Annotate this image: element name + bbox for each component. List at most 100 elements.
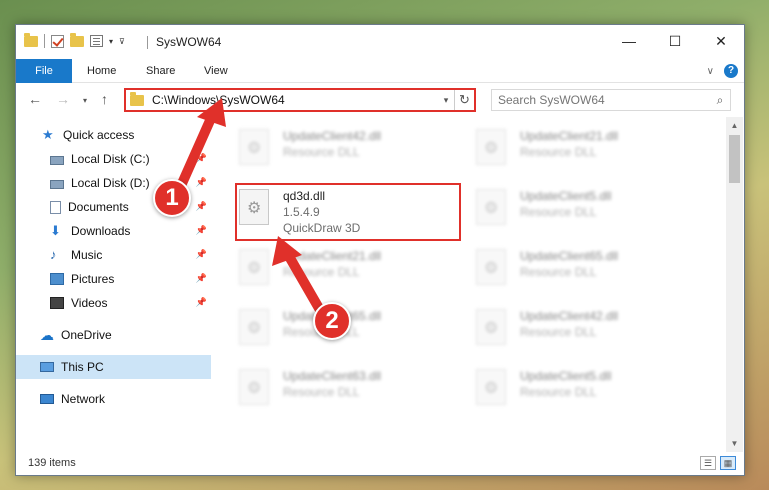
minimize-button[interactable]: — — [606, 25, 652, 57]
toolbar-divider — [44, 34, 45, 48]
file-list: UpdateClient42.dll Resource DLL UpdateCl… — [219, 117, 724, 447]
customize-toolbar-icon[interactable]: ⊽ — [119, 37, 125, 46]
search-box[interactable]: ⌕ — [491, 89, 731, 111]
list-item[interactable]: UpdateClient63.dll Resource DLL — [239, 363, 459, 411]
search-icon[interactable]: ⌕ — [710, 93, 730, 108]
customize-list-icon[interactable] — [90, 35, 103, 47]
disk-icon — [50, 155, 64, 165]
sidebar-item-label: Local Disk (D:) — [71, 176, 150, 190]
file-description: Resource DLL — [520, 265, 597, 279]
sidebar-item-onedrive[interactable]: ☁ OneDrive — [16, 323, 211, 347]
file-name: UpdateClient42.dll — [520, 309, 619, 323]
sidebar-item-label: Documents — [68, 200, 129, 214]
download-icon: ⬇ — [50, 223, 61, 238]
sidebar-item-label: Music — [71, 248, 103, 262]
dll-file-icon — [239, 369, 269, 405]
sidebar-item-label: OneDrive — [61, 328, 112, 342]
properties-check-icon[interactable] — [51, 34, 64, 48]
list-item[interactable]: UpdateClient5.dll Resource DLL — [476, 363, 696, 411]
file-description: Resource DLL — [520, 385, 597, 399]
file-description: Resource DLL — [283, 385, 360, 399]
folder-icon[interactable] — [24, 32, 38, 47]
file-name: UpdateClient5.dll — [520, 369, 612, 383]
dll-file-icon — [239, 129, 269, 165]
window-controls: — ☐ ✕ — [606, 25, 744, 57]
pin-icon[interactable]: 📌 — [196, 249, 207, 260]
dll-file-icon — [239, 249, 269, 285]
title-divider — [147, 36, 148, 49]
recent-locations-icon[interactable]: ▾ — [83, 96, 87, 105]
address-bar[interactable]: C:\Windows\SysWOW64 ▾ ↻ — [124, 88, 476, 112]
up-arrow-icon[interactable]: ↑ — [101, 91, 108, 107]
disk-icon — [50, 179, 64, 189]
sidebar-item-pictures[interactable]: Pictures 📌 — [16, 267, 211, 291]
file-description: Resource DLL — [283, 265, 360, 279]
search-input[interactable] — [498, 93, 710, 107]
pictures-icon — [50, 273, 64, 285]
back-arrow-icon[interactable]: ← — [28, 91, 42, 107]
close-button[interactable]: ✕ — [698, 25, 744, 57]
music-icon: ♪ — [50, 247, 57, 262]
file-description: Resource DLL — [283, 145, 360, 159]
quick-access-toolbar: ▾ ⊽ — [24, 32, 125, 48]
address-dropdown-icon[interactable]: ▾ — [438, 95, 454, 106]
sidebar-item-label: Videos — [71, 296, 108, 310]
computer-icon — [40, 362, 54, 372]
sidebar-item-quick-access[interactable]: ★ Quick access — [16, 123, 211, 147]
details-view-icon[interactable]: ☰ — [700, 456, 716, 470]
dll-file-icon — [476, 309, 506, 345]
scrollbar-thumb[interactable] — [729, 135, 740, 183]
pin-icon[interactable]: 📌 — [196, 297, 207, 308]
dll-file-icon — [476, 129, 506, 165]
pin-icon[interactable]: 📌 — [196, 153, 207, 164]
cloud-icon: ☁ — [40, 327, 54, 343]
ribbon-tabs: File Home Share View ∨ ? — [16, 59, 744, 83]
title-bar: ▾ ⊽ SysWOW64 — ☐ ✕ — [16, 25, 744, 59]
pin-icon[interactable]: 📌 — [196, 177, 207, 188]
sidebar-item-videos[interactable]: Videos 📌 — [16, 291, 211, 315]
dll-file-icon — [476, 249, 506, 285]
list-item[interactable]: UpdateClient42.dll Resource DLL — [239, 123, 459, 171]
vertical-scrollbar[interactable]: ▲ ▼ — [726, 117, 743, 452]
scroll-up-icon[interactable]: ▲ — [726, 117, 743, 134]
sidebar-item-this-pc[interactable]: This PC — [16, 355, 211, 379]
dll-file-icon — [239, 309, 269, 345]
list-item[interactable]: UpdateClient21.dll Resource DLL — [239, 243, 459, 291]
forward-arrow-icon[interactable]: → — [56, 91, 70, 107]
file-description: Resource DLL — [520, 325, 597, 339]
documents-icon — [50, 200, 61, 214]
tab-share[interactable]: Share — [146, 59, 175, 83]
network-icon — [40, 394, 54, 404]
tab-view[interactable]: View — [204, 59, 228, 83]
list-item[interactable]: UpdateClient5.dll Resource DLL — [476, 183, 696, 231]
maximize-button[interactable]: ☐ — [652, 25, 698, 57]
sidebar-item-label: Local Disk (C:) — [71, 152, 150, 166]
navigation-pane: ★ Quick access Local Disk (C:) 📌 Local D… — [16, 123, 211, 447]
window-title: SysWOW64 — [156, 35, 222, 49]
sidebar-item-music[interactable]: ♪ Music 📌 — [16, 243, 211, 267]
address-path[interactable]: C:\Windows\SysWOW64 — [152, 93, 438, 107]
refresh-icon[interactable]: ↻ — [454, 90, 474, 110]
file-name: UpdateClient42.dll — [283, 129, 382, 143]
pin-icon[interactable]: 📌 — [196, 201, 207, 212]
sidebar-item-local-disk-c[interactable]: Local Disk (C:) 📌 — [16, 147, 211, 171]
sidebar-item-downloads[interactable]: ⬇ Downloads 📌 — [16, 219, 211, 243]
sidebar-item-network[interactable]: Network — [16, 387, 211, 411]
new-folder-icon[interactable] — [70, 32, 84, 47]
list-item[interactable]: UpdateClient42.dll Resource DLL — [476, 303, 696, 351]
chevron-down-icon[interactable]: ▾ — [109, 37, 113, 46]
tiles-view-icon[interactable]: ▦ — [720, 456, 736, 470]
explorer-window: ▾ ⊽ SysWOW64 — ☐ ✕ File Home Share View … — [15, 24, 745, 476]
tab-home[interactable]: Home — [87, 59, 116, 83]
pin-icon[interactable]: 📌 — [196, 273, 207, 284]
expand-ribbon-icon[interactable]: ∨ — [707, 66, 714, 77]
sidebar-item-label: Network — [61, 392, 106, 406]
list-item[interactable]: UpdateClient65.dll Resource DLL — [476, 243, 696, 291]
help-icon[interactable]: ? — [724, 64, 738, 78]
step-2-badge: 2 — [313, 302, 351, 340]
list-item[interactable]: UpdateClient21.dll Resource DLL — [476, 123, 696, 171]
file-name: UpdateClient5.dll — [520, 189, 612, 203]
scroll-down-icon[interactable]: ▼ — [726, 435, 743, 452]
pin-icon[interactable]: 📌 — [196, 225, 207, 236]
tab-file[interactable]: File — [16, 59, 72, 83]
